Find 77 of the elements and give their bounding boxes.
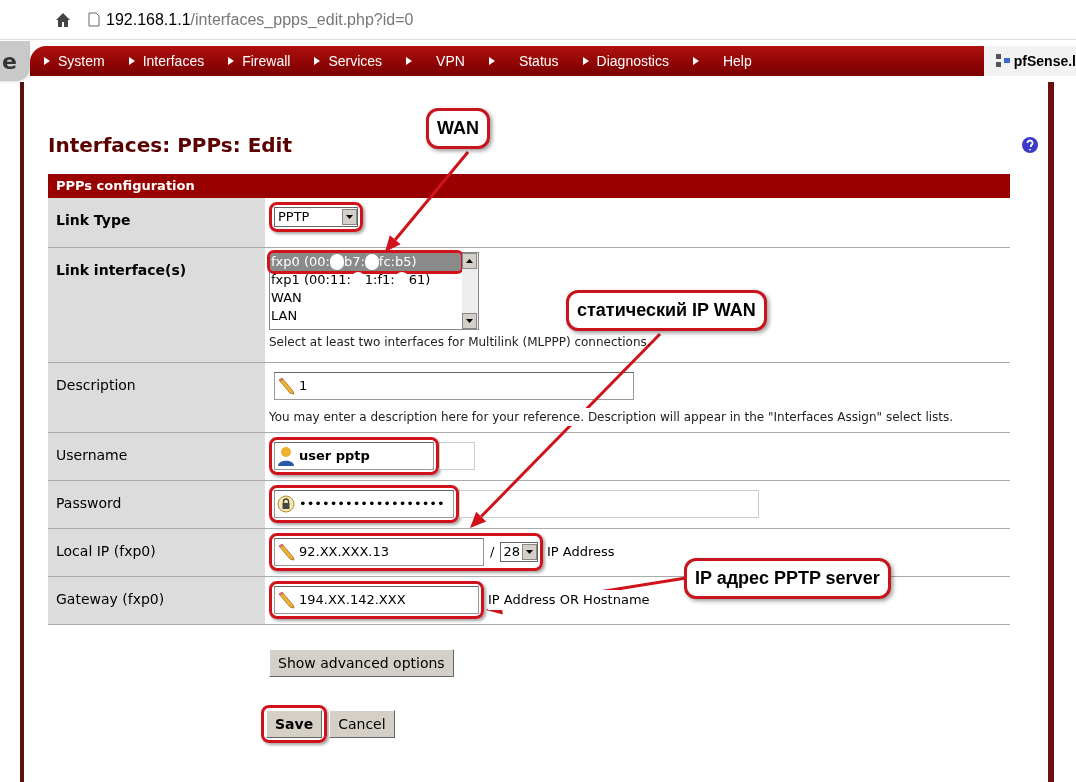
pencil-icon xyxy=(277,591,295,609)
triangle-icon xyxy=(128,57,135,65)
page-icon xyxy=(88,12,100,27)
text-field[interactable] xyxy=(439,442,475,470)
field-value: user pptp xyxy=(299,447,370,466)
triangle-icon xyxy=(44,57,50,65)
field-label: Username xyxy=(56,447,128,463)
field-label: Link interface(s) xyxy=(56,262,187,278)
nav-item[interactable]: Interfaces xyxy=(142,50,205,72)
triangle-icon xyxy=(692,57,699,65)
nav-item[interactable]: VPN xyxy=(436,50,465,72)
pencil-icon xyxy=(277,377,295,395)
callout-label: WAN xyxy=(426,108,490,149)
list-option[interactable]: WAN xyxy=(270,289,461,307)
triangle-icon xyxy=(406,57,413,65)
page-title: Interfaces: PPPs: Edit xyxy=(48,132,293,159)
scroll-up-button[interactable] xyxy=(462,253,477,269)
link-type-select[interactable]: PPTP xyxy=(274,207,358,227)
list-option[interactable]: LAN xyxy=(270,307,461,325)
text-field[interactable]: user pptp xyxy=(274,442,434,470)
user-icon xyxy=(277,446,295,466)
address-bar[interactable]: 192.168.1.1/interfaces_ppps_edit.php?id=0 xyxy=(0,0,1076,40)
slash-text: / xyxy=(490,543,495,562)
help-icon[interactable] xyxy=(1022,137,1038,153)
lock-icon xyxy=(277,495,295,513)
caret-icon xyxy=(346,215,353,219)
triangle-icon xyxy=(314,57,321,65)
callout-label: статический IP WAN xyxy=(566,290,767,331)
field-value: 194.XX.142.XXX xyxy=(299,591,406,610)
pencil-icon xyxy=(277,543,295,561)
url-text[interactable]: 192.168.1.1/interfaces_ppps_edit.php?id=0 xyxy=(106,7,414,32)
nav-item[interactable]: System xyxy=(58,50,105,72)
subnet-select[interactable]: 28 xyxy=(500,542,538,562)
home-icon[interactable] xyxy=(56,12,70,27)
field-label: Gateway (fxp0) xyxy=(56,591,165,607)
triangle-icon xyxy=(488,57,495,65)
logo-fragment: e xyxy=(0,41,30,81)
hint-text: Select at least two interfaces for Multilink (MLPPP) connections. xyxy=(269,334,652,351)
field-label: Link Type xyxy=(56,212,131,228)
nav-item[interactable]: Diagnostics xyxy=(596,50,669,72)
hint-text: IP Address OR Hostname xyxy=(488,590,650,610)
redaction-mark xyxy=(364,254,379,270)
show-advanced-button[interactable]: Show advanced options xyxy=(269,649,454,677)
triangle-icon xyxy=(582,57,589,65)
dropdown-caret[interactable] xyxy=(521,544,537,560)
nav-item[interactable]: Services xyxy=(328,50,383,72)
caret-icon xyxy=(525,550,533,554)
nav-item[interactable]: Firewall xyxy=(242,50,291,72)
dropdown-caret[interactable] xyxy=(342,209,357,225)
field-label: Password xyxy=(56,495,122,511)
redaction-mark xyxy=(329,254,344,270)
field-label: Description xyxy=(56,377,136,393)
scroll-down-button[interactable] xyxy=(462,313,477,329)
text-field[interactable]: 92.XX.XXX.13 xyxy=(274,538,484,566)
triangle-icon xyxy=(228,57,235,65)
text-field[interactable]: 194.XX.142.XXX xyxy=(274,586,479,614)
caret-icon xyxy=(466,319,473,323)
hint-text: You may enter a description here for your reference. Description will appear in the "Interfaces Assign" select lists. xyxy=(269,408,954,426)
hint-text: IP Address xyxy=(546,543,615,562)
nav-item[interactable]: Status xyxy=(518,50,559,72)
cancel-button[interactable]: Cancel xyxy=(329,710,395,738)
text-field[interactable] xyxy=(459,490,759,518)
network-icon xyxy=(995,54,1010,68)
caret-icon xyxy=(466,259,473,263)
save-button[interactable]: Save xyxy=(266,710,323,738)
list-option[interactable]: fxp1 (00:11: 1:f1: 61) xyxy=(270,271,461,289)
nav-item[interactable]: Help xyxy=(722,50,752,72)
text-field[interactable]: 1 xyxy=(274,372,634,400)
field-value: 92.XX.XXX.13 xyxy=(299,543,389,562)
field-value: 1 xyxy=(299,377,308,396)
brand-tab[interactable]: pfSense.l xyxy=(983,46,1076,76)
interface-listbox[interactable]: fxp0 (00: b7: fc:b5) fxp1 (00:11: 1:f1: 61) WAN LAN xyxy=(269,252,479,330)
section-header: PPPs configuration xyxy=(48,174,1010,198)
callout-label: IP адрес PPTP server xyxy=(684,558,891,599)
field-label: Local IP (fxp0) xyxy=(56,543,156,559)
field-value: ••••••••••••••••••• xyxy=(299,495,445,514)
text-field[interactable]: ••••••••••••••••••• xyxy=(274,490,454,518)
